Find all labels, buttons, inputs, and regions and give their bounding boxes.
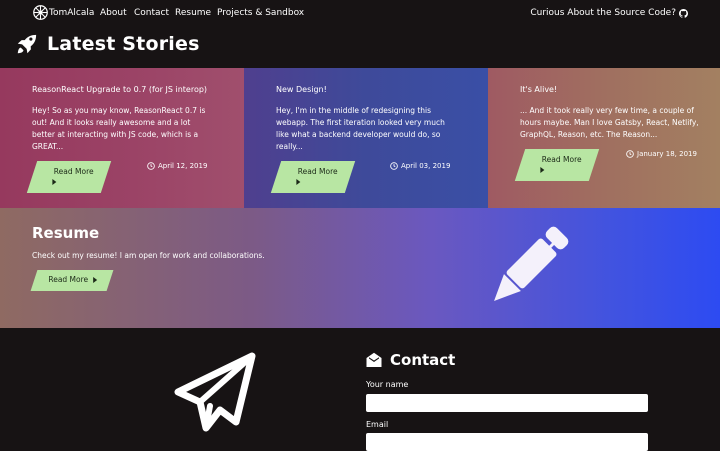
brand-name: TomAlcala — [49, 7, 95, 18]
story-date: April 03, 2019 — [390, 162, 450, 170]
story-excerpt: Hey! So as you may know, ReasonReact 0.7… — [32, 106, 206, 151]
nav-projects-link[interactable]: Projects & Sandbox — [217, 8, 304, 18]
resume-title: Resume — [32, 224, 100, 242]
latest-stories-title: Latest Stories — [47, 33, 200, 55]
pen-icon — [494, 226, 569, 301]
caret-right-icon — [296, 179, 301, 185]
resume-button-label: Read More — [48, 275, 89, 284]
caret-right-icon — [52, 179, 57, 185]
read-more-label: Read More — [53, 167, 94, 176]
contact-header: Contact — [366, 351, 455, 369]
clock-icon — [626, 150, 634, 158]
source-code-link[interactable]: Curious About the Source Code? — [530, 8, 688, 18]
nav-contact-link[interactable]: Contact — [134, 8, 169, 18]
story-title[interactable]: ReasonReact Upgrade to 0.7 (for JS inter… — [32, 85, 207, 94]
story-card: ReasonReact Upgrade to 0.7 (for JS inter… — [0, 68, 244, 208]
story-date: January 18, 2019 — [626, 150, 697, 158]
story-excerpt: ... And it took really very few time, a … — [520, 106, 699, 139]
email-input[interactable] — [366, 433, 648, 451]
story-date-text: January 18, 2019 — [637, 150, 697, 158]
story-excerpt: Hey, I'm in the middle of redesigning th… — [276, 106, 445, 151]
source-code-label: Curious About the Source Code? — [530, 8, 676, 18]
rocket-icon — [17, 34, 37, 53]
read-more-button[interactable]: Read More — [270, 161, 356, 193]
envelope-open-icon — [366, 352, 382, 367]
resume-description: Check out my resume! I am open for work … — [32, 251, 265, 260]
caret-right-icon — [540, 167, 545, 173]
nav-resume-link[interactable]: Resume — [175, 8, 211, 18]
email-label: Email — [366, 420, 389, 429]
brand-link[interactable]: TomAlcala — [33, 5, 94, 20]
clock-icon — [147, 162, 155, 170]
nav-about-link[interactable]: About — [100, 8, 127, 18]
paper-plane-icon — [174, 352, 256, 432]
read-more-label: Read More — [297, 167, 338, 176]
contact-title: Contact — [390, 351, 456, 369]
clock-icon — [390, 162, 398, 170]
github-icon — [679, 8, 688, 18]
story-title[interactable]: It's Alive! — [520, 85, 557, 94]
stories-list: ReasonReact Upgrade to 0.7 (for JS inter… — [0, 68, 720, 208]
resume-banner: Resume Check out my resume! I am open fo… — [0, 208, 720, 328]
read-more-button[interactable]: Read More — [26, 161, 112, 193]
story-card: New Design! Hey, I'm in the middle of re… — [244, 68, 488, 208]
caret-right-icon — [93, 277, 98, 283]
resume-read-more-button[interactable]: Read More — [30, 270, 114, 291]
latest-stories-header: Latest Stories — [16, 33, 200, 55]
story-date-text: April 12, 2019 — [158, 162, 208, 170]
name-input[interactable] — [366, 394, 648, 412]
name-label: Your name — [366, 380, 409, 389]
read-more-button[interactable]: Read More — [514, 149, 600, 181]
story-date-text: April 03, 2019 — [401, 162, 451, 170]
read-more-label: Read More — [541, 155, 582, 164]
story-date: April 12, 2019 — [147, 162, 207, 170]
galactic-empire-icon — [33, 5, 48, 20]
top-nav: TomAlcala About Contact Resume Projects … — [0, 0, 720, 27]
story-card: It's Alive! ... And it took really very … — [488, 68, 720, 208]
story-title[interactable]: New Design! — [276, 85, 327, 94]
